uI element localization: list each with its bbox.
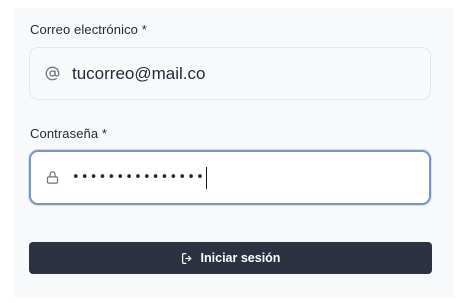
email-value: tucorreo@mail.co [72,63,206,83]
login-button[interactable]: Iniciar sesión [29,242,432,274]
text-caret [206,166,208,189]
login-button-label: Iniciar sesión [200,251,281,265]
at-icon [44,66,60,82]
lock-icon [44,170,60,186]
password-field[interactable]: ••••••••••••••• [29,150,431,205]
password-label: Contraseña * [30,126,108,141]
password-value: ••••••••••••••• [72,170,206,185]
email-label: Correo electrónico * [30,22,147,37]
login-icon [181,252,194,265]
email-field[interactable]: tucorreo@mail.co [29,47,431,100]
